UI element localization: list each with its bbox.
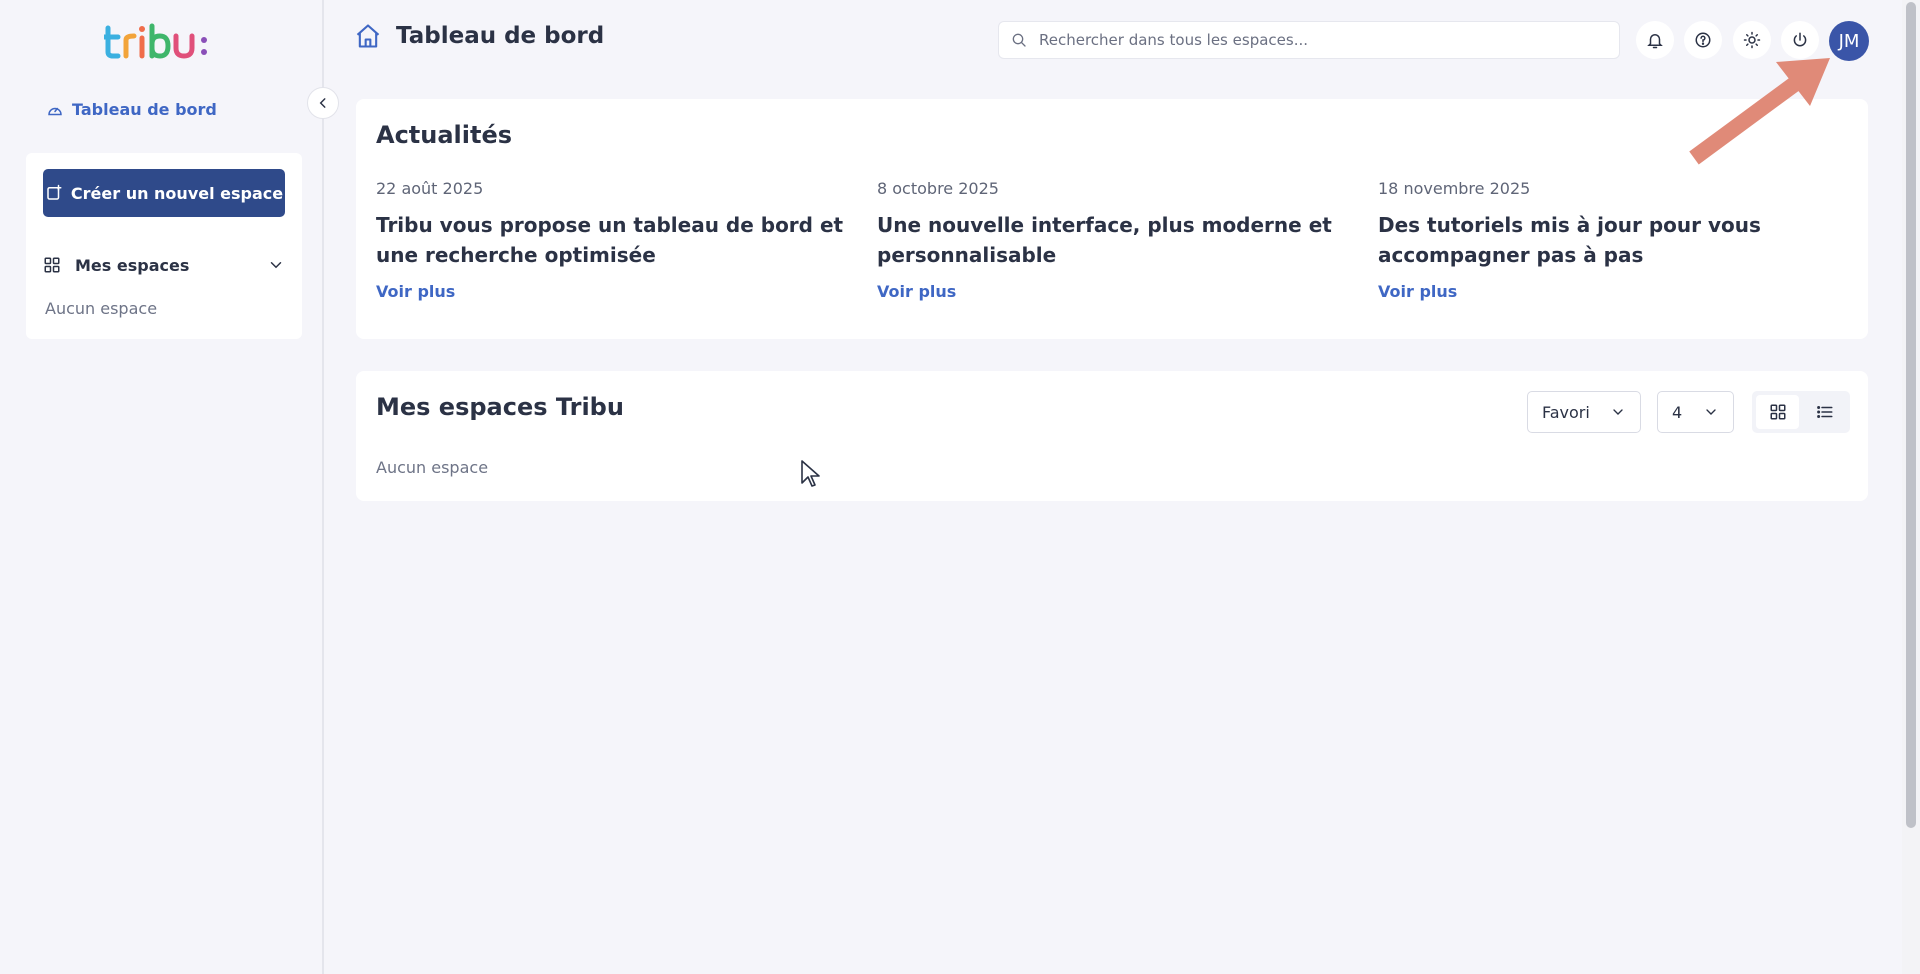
sidebar-item-dashboard-label: Tableau de bord	[72, 100, 217, 119]
grid-view-button[interactable]	[1756, 395, 1799, 429]
user-avatar[interactable]: JM	[1829, 21, 1869, 61]
sidebar: Tableau de bord Créer un nouvel espace M…	[0, 0, 324, 974]
count-select-value: 4	[1672, 402, 1683, 422]
my-spaces-label: Mes espaces	[75, 255, 190, 275]
sun-icon	[1743, 31, 1761, 49]
sidebar-empty-text: Aucun espace	[45, 299, 158, 318]
page-scrollbar[interactable]	[1902, 0, 1920, 974]
help-icon	[1695, 32, 1711, 48]
news-date: 8 octobre 2025	[877, 179, 999, 198]
news-see-more-link[interactable]: Voir plus	[376, 282, 455, 301]
count-select[interactable]: 4	[1657, 391, 1734, 433]
search-bar[interactable]	[998, 21, 1620, 59]
search-input[interactable]	[1039, 31, 1599, 49]
chevron-left-icon	[319, 98, 326, 108]
chevron-down-icon	[1706, 409, 1716, 415]
news-date: 18 novembre 2025	[1378, 179, 1531, 198]
news-headline: Une nouvelle interface, plus moderne et …	[877, 213, 1332, 267]
list-view-button[interactable]	[1803, 395, 1846, 429]
sort-select-value: Favori	[1542, 402, 1590, 422]
list-view-icon	[1816, 406, 1832, 418]
grid-icon	[44, 257, 60, 273]
news-headline: Tribu vous propose un tableau de bord et…	[376, 213, 844, 267]
sidebar-spaces-card: Créer un nouvel espace Mes espaces Aucun…	[26, 153, 302, 339]
theme-toggle-button[interactable]	[1733, 21, 1771, 59]
spaces-title: Mes espaces Tribu	[376, 393, 624, 421]
sidebar-item-dashboard[interactable]: Tableau de bord	[46, 100, 217, 119]
add-space-icon	[47, 184, 62, 200]
collapse-sidebar-button[interactable]	[307, 87, 339, 119]
create-space-button[interactable]: Créer un nouvel espace	[43, 169, 285, 217]
notifications-button[interactable]	[1636, 21, 1674, 59]
help-button[interactable]	[1684, 21, 1722, 59]
search-icon	[1012, 33, 1026, 47]
news-see-more-link[interactable]: Voir plus	[1378, 282, 1457, 301]
news-headline: Des tutoriels mis à jour pour vous accom…	[1378, 213, 1761, 267]
view-mode-toggle	[1752, 391, 1850, 433]
tribu-logo[interactable]	[104, 20, 224, 62]
page-title: Tableau de bord	[396, 23, 605, 49]
logout-button[interactable]	[1781, 21, 1819, 59]
page-header: Tableau de bord	[354, 22, 604, 50]
my-tribu-spaces-card: Mes espaces Tribu Favori 4 Aucun espace	[356, 371, 1868, 501]
chevron-down-icon	[1613, 409, 1623, 415]
power-icon	[1793, 32, 1807, 47]
news-title: Actualités	[376, 121, 513, 149]
news-date: 22 août 2025	[376, 179, 484, 198]
news-see-more-link[interactable]: Voir plus	[877, 282, 956, 301]
grid-view-icon	[1770, 404, 1785, 420]
bell-icon	[1647, 34, 1663, 49]
mouse-cursor-icon	[801, 460, 820, 487]
news-item: 8 octobre 2025 Une nouvelle interface, p…	[877, 179, 1347, 301]
news-item: 22 août 2025 Tribu vous propose un table…	[376, 179, 846, 301]
home-icon	[356, 24, 380, 48]
chevron-down-icon	[270, 262, 282, 269]
spaces-empty-text: Aucun espace	[376, 458, 489, 477]
news-card: Actualités 22 août 2025 Tribu vous propo…	[356, 99, 1868, 339]
sort-select[interactable]: Favori	[1527, 391, 1641, 433]
news-item: 18 novembre 2025 Des tutoriels mis à jou…	[1378, 179, 1848, 301]
create-space-label: Créer un nouvel espace	[70, 183, 284, 203]
my-spaces-toggle[interactable]: Mes espaces	[43, 251, 285, 279]
dashboard-gauge-icon	[48, 107, 62, 115]
scrollbar-thumb[interactable]	[1906, 2, 1916, 828]
